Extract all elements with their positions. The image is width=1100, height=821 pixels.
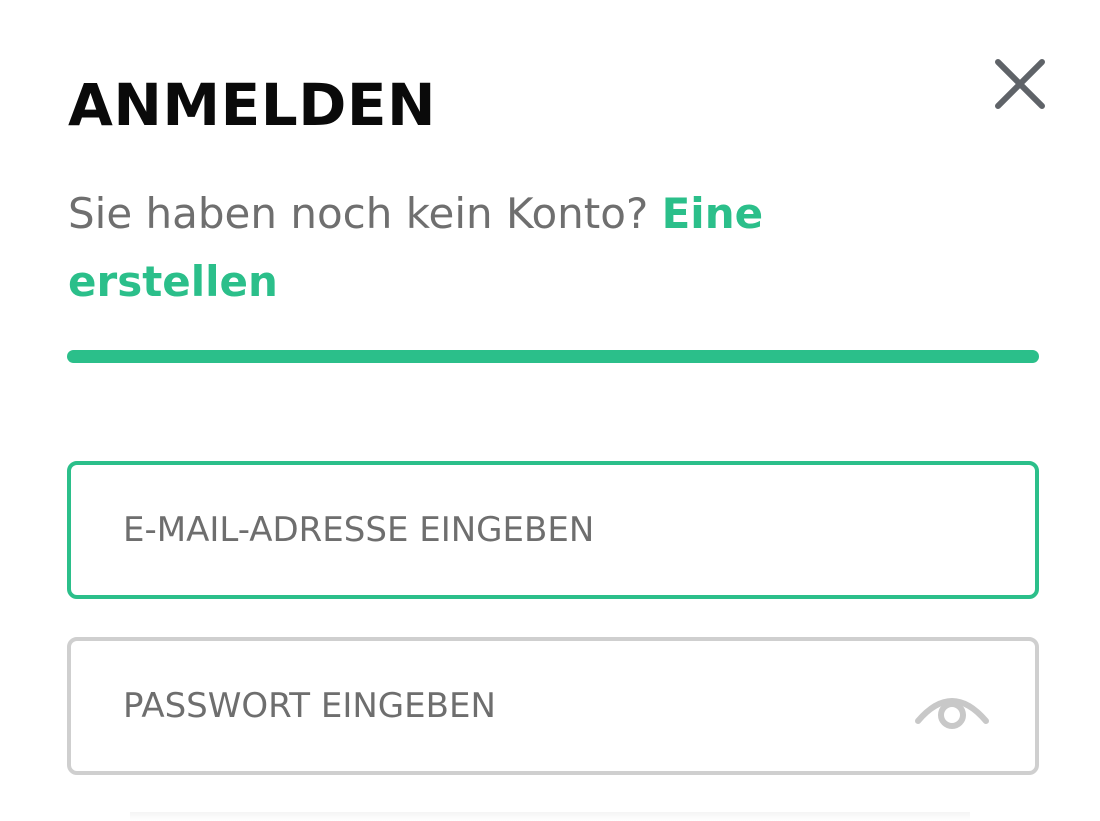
- close-icon: [988, 52, 1052, 116]
- eye-icon: [913, 685, 991, 731]
- login-dialog: ANMELDEN Sie haben noch kein Konto? Eine…: [0, 0, 1100, 821]
- signup-prompt-text: Sie haben noch kein Konto?: [68, 189, 649, 238]
- email-field[interactable]: [123, 465, 903, 595]
- password-field-container: [67, 637, 1039, 775]
- page-title: ANMELDEN: [68, 71, 437, 139]
- next-field-edge: [130, 812, 970, 821]
- email-field-container: [67, 461, 1039, 599]
- signup-prompt: Sie haben noch kein Konto? Eine erstelle…: [68, 180, 968, 316]
- password-visibility-toggle[interactable]: [913, 685, 991, 731]
- password-field[interactable]: [123, 641, 903, 771]
- close-button[interactable]: [988, 52, 1052, 116]
- progress-divider: [67, 350, 1039, 363]
